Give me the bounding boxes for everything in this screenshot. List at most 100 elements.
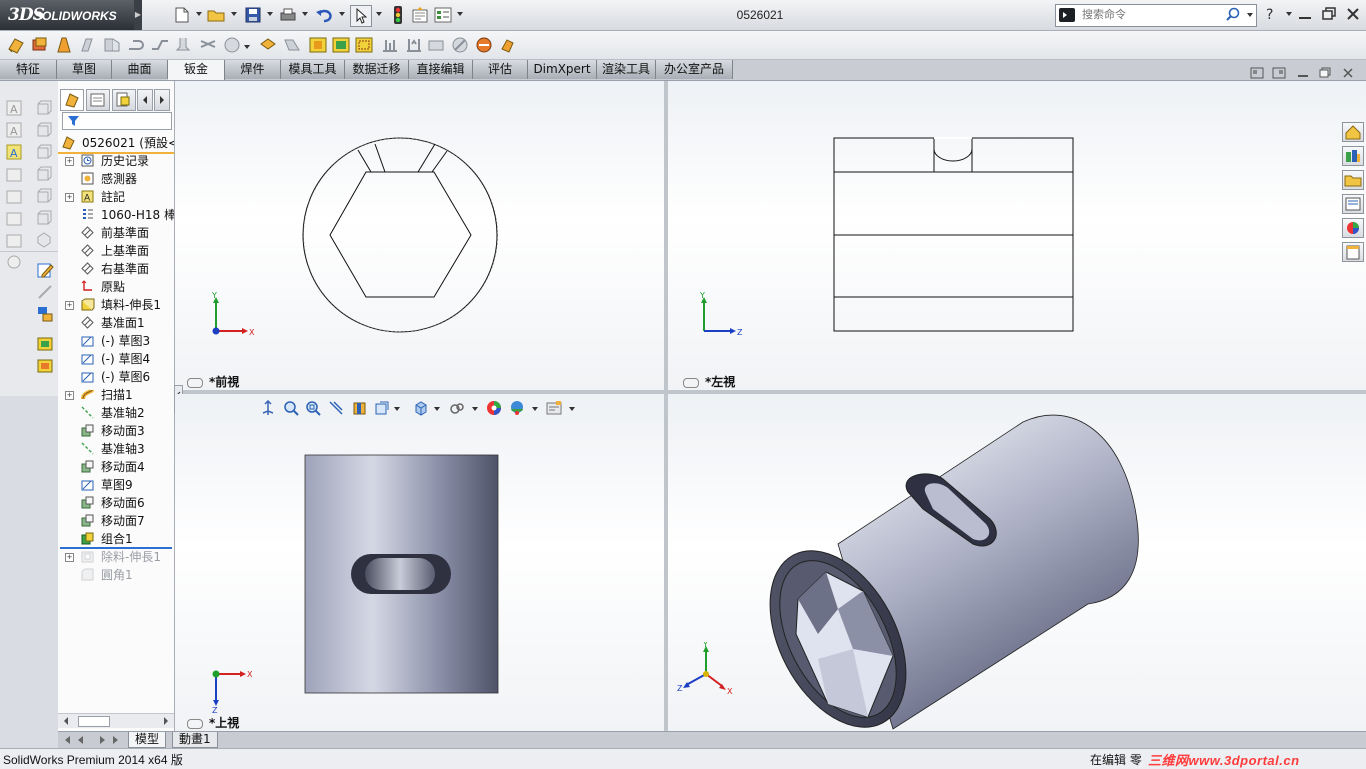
tree-item[interactable]: 前基準面 — [58, 224, 174, 242]
file-properties-icon[interactable] — [410, 5, 430, 25]
tree-item[interactable]: (-) 草图4 — [58, 350, 174, 368]
jog-icon[interactable] — [150, 35, 170, 55]
tab-evaluate[interactable]: 评估 — [473, 60, 528, 79]
sketch-line-icon[interactable] — [36, 283, 54, 301]
insert-bends-icon[interactable] — [474, 35, 494, 55]
viewport-front[interactable]: Y X *前視 — [175, 81, 664, 390]
closed-corner-icon[interactable] — [258, 35, 278, 55]
expand-icon[interactable]: + — [65, 157, 74, 166]
quick-snaps-icon[interactable] — [36, 357, 54, 375]
hole-callout-icon[interactable] — [5, 253, 23, 271]
tree-filter-input[interactable] — [62, 112, 172, 130]
viewport-top[interactable]: X Z *上視 — [175, 394, 664, 731]
edit-sketch-icon[interactable] — [36, 261, 54, 279]
view-tile-icon[interactable] — [1250, 67, 1264, 79]
box-view-icon[interactable] — [35, 99, 53, 117]
tree-item[interactable]: (-) 草图6 — [58, 368, 174, 386]
design-library-icon[interactable] — [1342, 146, 1364, 166]
rebuild-traffic-light-icon[interactable] — [388, 5, 408, 25]
search-icon[interactable] — [1226, 7, 1240, 21]
rollback-bar[interactable] — [60, 547, 172, 549]
zoom-to-fit-icon[interactable] — [283, 400, 299, 416]
tab-data-migration[interactable]: 数据迁移 — [345, 60, 409, 79]
viewport-isometric[interactable]: Y X Z — [668, 394, 1366, 731]
chevron-down-icon[interactable] — [532, 407, 538, 411]
box-view-icon[interactable] — [35, 143, 53, 161]
tab-office-products[interactable]: 办公室产品 — [656, 60, 733, 79]
forming-tool-icon[interactable] — [308, 35, 328, 55]
chevron-down-icon[interactable] — [434, 407, 440, 411]
chevron-down-icon[interactable] — [267, 12, 273, 16]
chevron-down-icon[interactable] — [196, 12, 202, 16]
chevron-down-icon[interactable] — [1286, 12, 1292, 16]
view-orientation-cube-icon[interactable] — [413, 400, 429, 416]
tree-item[interactable]: 感測器 — [58, 170, 174, 188]
no-bends-icon[interactable] — [426, 35, 446, 55]
restore-doc-icon[interactable] — [1318, 67, 1332, 79]
surface-finish-icon[interactable] — [5, 187, 23, 205]
minimize-window-icon[interactable] — [1296, 6, 1314, 22]
tree-item[interactable]: 基准轴3 — [58, 440, 174, 458]
mirror-sheet-icon[interactable] — [498, 35, 518, 55]
sketched-bend-icon[interactable] — [174, 35, 194, 55]
sheet-metal-base-flange-icon[interactable] — [6, 35, 26, 55]
search-input[interactable] — [1080, 7, 1224, 22]
zoom-to-area-icon[interactable] — [305, 400, 321, 416]
welded-corner-icon[interactable] — [282, 35, 302, 55]
chevron-down-icon[interactable] — [302, 12, 308, 16]
expand-icon[interactable]: + — [65, 553, 74, 562]
tree-item[interactable]: + A 註記 — [58, 188, 174, 206]
hexagon-view-icon[interactable] — [35, 231, 53, 249]
appearances-scenes-icon[interactable] — [1342, 218, 1364, 238]
weld-symbol-icon[interactable] — [5, 209, 23, 227]
dynamic-annotation-views-icon[interactable] — [374, 400, 390, 416]
box-view-icon[interactable] — [35, 187, 53, 205]
tabs-scroll-left-icon[interactable] — [137, 89, 153, 111]
select-pointer-icon[interactable] — [350, 5, 372, 27]
datum-feature-icon[interactable] — [5, 231, 23, 249]
tree-item[interactable]: + 填料-伸長1 — [58, 296, 174, 314]
tab-motion-study[interactable]: 動畫1 — [172, 732, 218, 748]
viewport-left[interactable]: Y Z *左視 — [668, 81, 1366, 390]
chevron-down-icon[interactable] — [376, 12, 382, 16]
open-folder-icon[interactable] — [206, 5, 226, 25]
restore-window-icon[interactable] — [1320, 6, 1338, 22]
feature-manager-tab-icon[interactable] — [60, 89, 84, 111]
edit-appearance-icon[interactable] — [486, 400, 502, 416]
print-icon[interactable] — [278, 5, 298, 25]
tree-item[interactable]: 1060-H18 棒 — [58, 206, 174, 224]
tree-item[interactable]: 移动面6 — [58, 494, 174, 512]
scroll-right-icon[interactable] — [161, 715, 171, 727]
undo-icon[interactable] — [314, 5, 334, 25]
scroll-thumb[interactable] — [78, 716, 110, 727]
expand-icon[interactable]: + — [65, 193, 74, 202]
solidworks-logo[interactable]: 3DS SOLIDWORKS — [0, 0, 134, 30]
tab-sheet-metal[interactable]: 钣金 — [168, 60, 225, 80]
tree-item[interactable]: + 除料-伸長1 — [58, 548, 174, 566]
chevron-down-icon[interactable] — [339, 12, 345, 16]
tree-item[interactable]: 右基準面 — [58, 260, 174, 278]
tree-item[interactable]: 移动面4 — [58, 458, 174, 476]
apply-scene-icon[interactable] — [509, 400, 525, 416]
box-view-icon[interactable] — [35, 209, 53, 227]
chevron-down-icon[interactable] — [394, 407, 400, 411]
note-icon[interactable]: A — [5, 121, 23, 139]
corners-icon[interactable] — [222, 35, 242, 55]
unfold-icon[interactable] — [354, 35, 374, 55]
annotation-note-icon[interactable]: A — [5, 143, 23, 161]
miter-flange-icon[interactable] — [102, 35, 122, 55]
tab-render-tools[interactable]: 渲染工具 — [597, 60, 656, 79]
chevron-down-icon[interactable] — [472, 407, 478, 411]
file-explorer-icon[interactable] — [1342, 170, 1364, 190]
box-view-icon[interactable] — [35, 121, 53, 139]
close-doc-icon[interactable] — [1341, 67, 1355, 79]
chevron-down-icon[interactable] — [1247, 13, 1253, 17]
scroll-left-icon[interactable] — [61, 715, 71, 727]
chevron-down-icon[interactable] — [244, 45, 250, 49]
new-document-icon[interactable] — [172, 5, 192, 25]
close-window-icon[interactable] — [1344, 6, 1362, 22]
tree-item[interactable]: + 扫描1 — [58, 386, 174, 404]
tree-item[interactable]: 组合1 — [58, 530, 174, 548]
minimize-doc-icon[interactable] — [1296, 67, 1310, 79]
tab-dimxpert[interactable]: DimXpert — [528, 60, 597, 79]
